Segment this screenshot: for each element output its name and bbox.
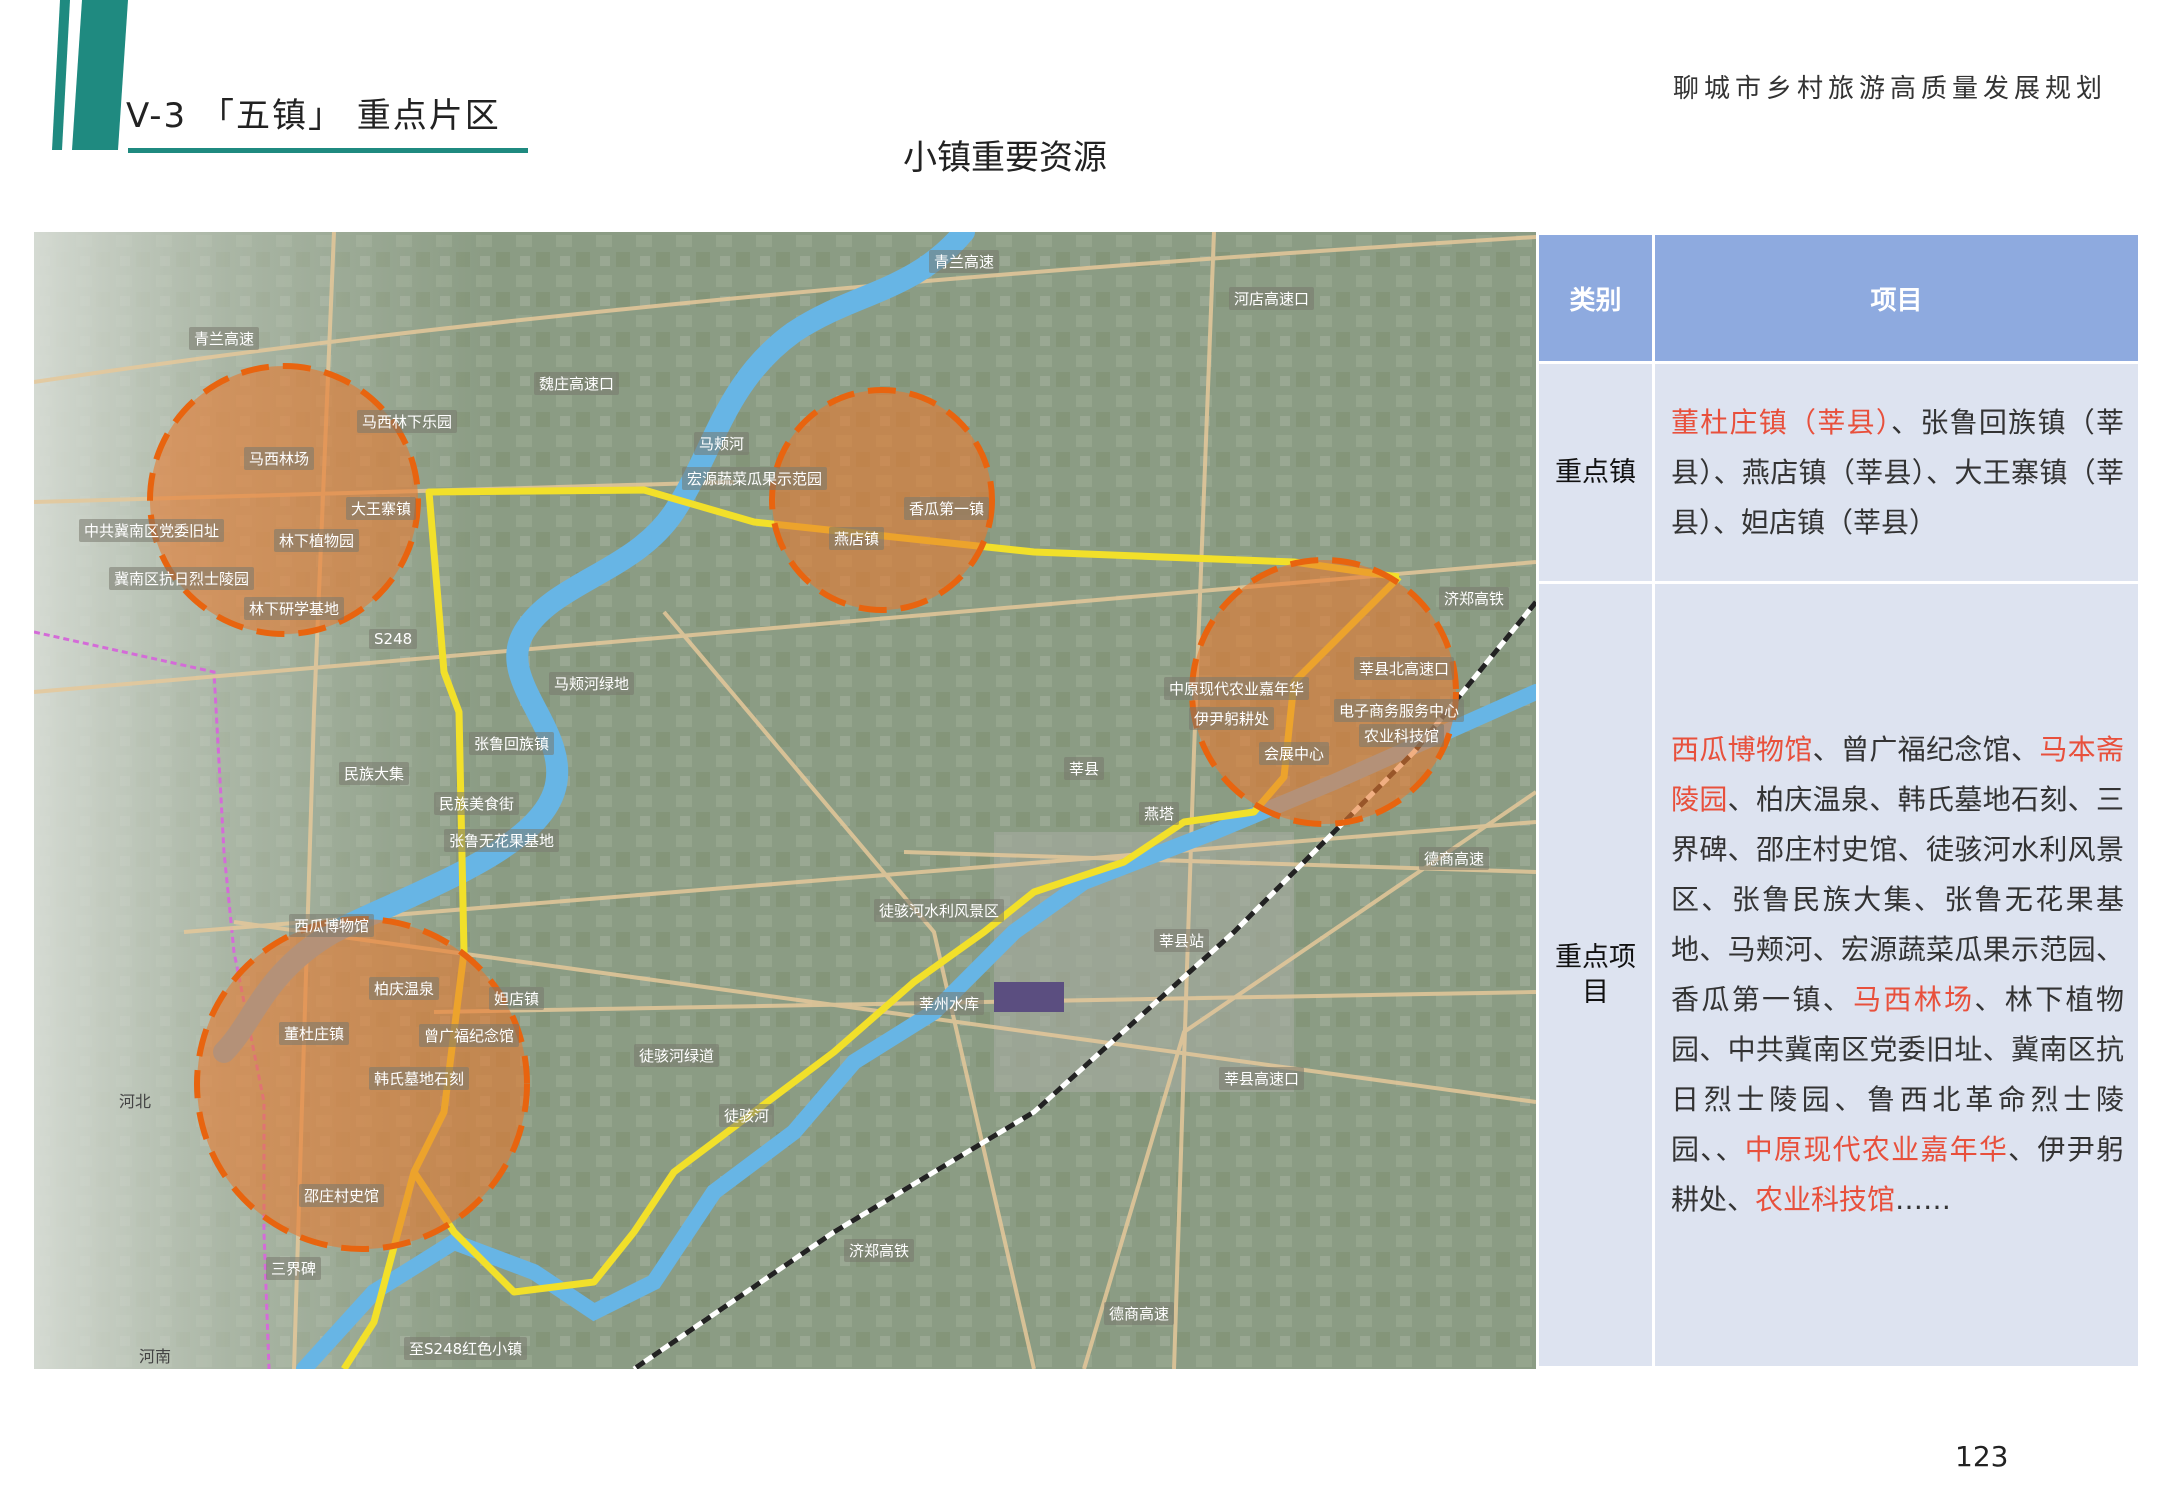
map-label: 徒骇河绿道 [634, 1044, 720, 1067]
category-key-towns: 重点镇 [1536, 361, 1655, 584]
map-label: 香瓜第一镇 [904, 497, 990, 520]
document-title: 聊城市乡村旅游高质量发展规划 [1672, 74, 2107, 104]
map-label: 董杜庄镇 [279, 1022, 350, 1045]
items-key-towns: 董杜庄镇（莘县）、张鲁回族镇（莘县）、燕店镇（莘县）、大王寨镇（莘县）、妲店镇（… [1652, 361, 2141, 584]
item-segment: 农业科技馆 [1755, 1183, 1896, 1216]
item-segment: 、曾广福纪念馆、 [1812, 733, 2040, 766]
map-label: 马颊河 [694, 432, 750, 455]
item-segment: 、柏庆温泉、韩氏墓地石刻、三界碑、邵庄村史馆、徒骇河水利风景区、张鲁民族大集、张… [1671, 783, 2124, 1016]
map-label: 德商高速 [1419, 847, 1490, 870]
map-label: 马西林下乐园 [357, 410, 458, 433]
map-label: 民族美食街 [434, 792, 520, 815]
map-label: 莘县 [1064, 757, 1105, 780]
map-label: 马西林场 [244, 447, 315, 470]
map-label: 冀南区抗日烈士陵园 [109, 567, 255, 590]
map-label: 大王寨镇 [346, 497, 417, 520]
map-label: 西瓜博物馆 [289, 914, 375, 937]
page-number: 123 [1955, 1440, 2009, 1473]
map-label: 邵庄村史馆 [299, 1184, 385, 1207]
map-label: 莘县北高速口 [1354, 657, 1455, 680]
page-heading: 小镇重要资源 [903, 138, 1107, 178]
map-label: 青兰高速 [189, 327, 260, 350]
map-label: 徒骇河 [719, 1104, 775, 1127]
map-label: 电子商务服务中心 [1334, 699, 1465, 722]
map-label: 中共冀南区党委旧址 [79, 519, 225, 542]
map-label: 至S248红色小镇 [404, 1337, 528, 1360]
item-segment: 中原现代农业嘉年华 [1744, 1133, 2009, 1166]
item-segment: …… [1895, 1183, 1952, 1216]
map-label: 魏庄高速口 [534, 372, 620, 395]
map-label: 民族大集 [339, 762, 410, 785]
map-label: 河南 [139, 1347, 172, 1366]
map-label: 济郑高铁 [1439, 587, 1510, 610]
header-items: 项目 [1652, 232, 2141, 364]
category-key-projects: 重点项目 [1536, 581, 1655, 1369]
item-segment: 马西林场 [1853, 983, 1975, 1016]
header-category: 类别 [1536, 232, 1655, 364]
item-segment: 董杜庄镇（莘县） [1671, 405, 1892, 439]
map-label: 柏庆温泉 [369, 977, 440, 1000]
map-label: 中原现代农业嘉年华 [1164, 677, 1310, 700]
map-label: 徒骇河水利风景区 [874, 899, 1005, 922]
map-label: 宏源蔬菜瓜果示范园 [682, 467, 828, 490]
table-row-key-towns: 重点镇 董杜庄镇（莘县）、张鲁回族镇（莘县）、燕店镇（莘县）、大王寨镇（莘县）、… [1536, 361, 2141, 584]
map-label: 莘州水库 [914, 992, 985, 1015]
map-label: 林下植物园 [274, 529, 360, 552]
item-segment: 西瓜博物馆 [1671, 733, 1813, 766]
items-key-projects: 西瓜博物馆、曾广福纪念馆、马本斋陵园、柏庆温泉、韩氏墓地石刻、三界碑、邵庄村史馆… [1652, 581, 2141, 1369]
map-label: 伊尹躬耕处 [1189, 707, 1275, 730]
map-label: 三界碑 [266, 1257, 322, 1280]
map-label: 农业科技馆 [1359, 724, 1445, 747]
map-label: 济郑高铁 [844, 1239, 915, 1262]
map-label: 张鲁回族镇 [469, 732, 555, 755]
map-label: 韩氏墓地石刻 [369, 1067, 470, 1090]
map-label: 莘县高速口 [1219, 1067, 1305, 1090]
table-row-key-projects: 重点项目 西瓜博物馆、曾广福纪念馆、马本斋陵园、柏庆温泉、韩氏墓地石刻、三界碑、… [1536, 581, 2141, 1369]
map-label: 张鲁无花果基地 [444, 829, 560, 852]
map-label: 河北 [119, 1092, 152, 1111]
resource-map: 青兰高速 青兰高速 河店高速口 魏庄高速口 马西林下乐园 马西林场 大王寨镇 中… [34, 232, 1536, 1369]
map-label: S248 [369, 629, 418, 649]
map-label: 燕塔 [1139, 802, 1180, 825]
map-label: 马颊河绿地 [549, 672, 635, 695]
map-label: 青兰高速 [929, 250, 1000, 273]
map-label: 妲店镇 [489, 987, 545, 1010]
resource-table: 类别 项目 重点镇 董杜庄镇（莘县）、张鲁回族镇（莘县）、燕店镇（莘县）、大王寨… [1536, 232, 2141, 1369]
map-graphic [34, 232, 1536, 1369]
map-label: 曾广福纪念馆 [419, 1024, 520, 1047]
map-label: 林下研学基地 [244, 597, 345, 620]
map-label: 莘县站 [1154, 929, 1210, 952]
map-label: 燕店镇 [829, 527, 885, 550]
table-header-row: 类别 项目 [1536, 232, 2141, 364]
map-label: 会展中心 [1259, 742, 1330, 765]
map-label: 德商高速 [1104, 1302, 1175, 1325]
map-label: 河店高速口 [1229, 287, 1315, 310]
